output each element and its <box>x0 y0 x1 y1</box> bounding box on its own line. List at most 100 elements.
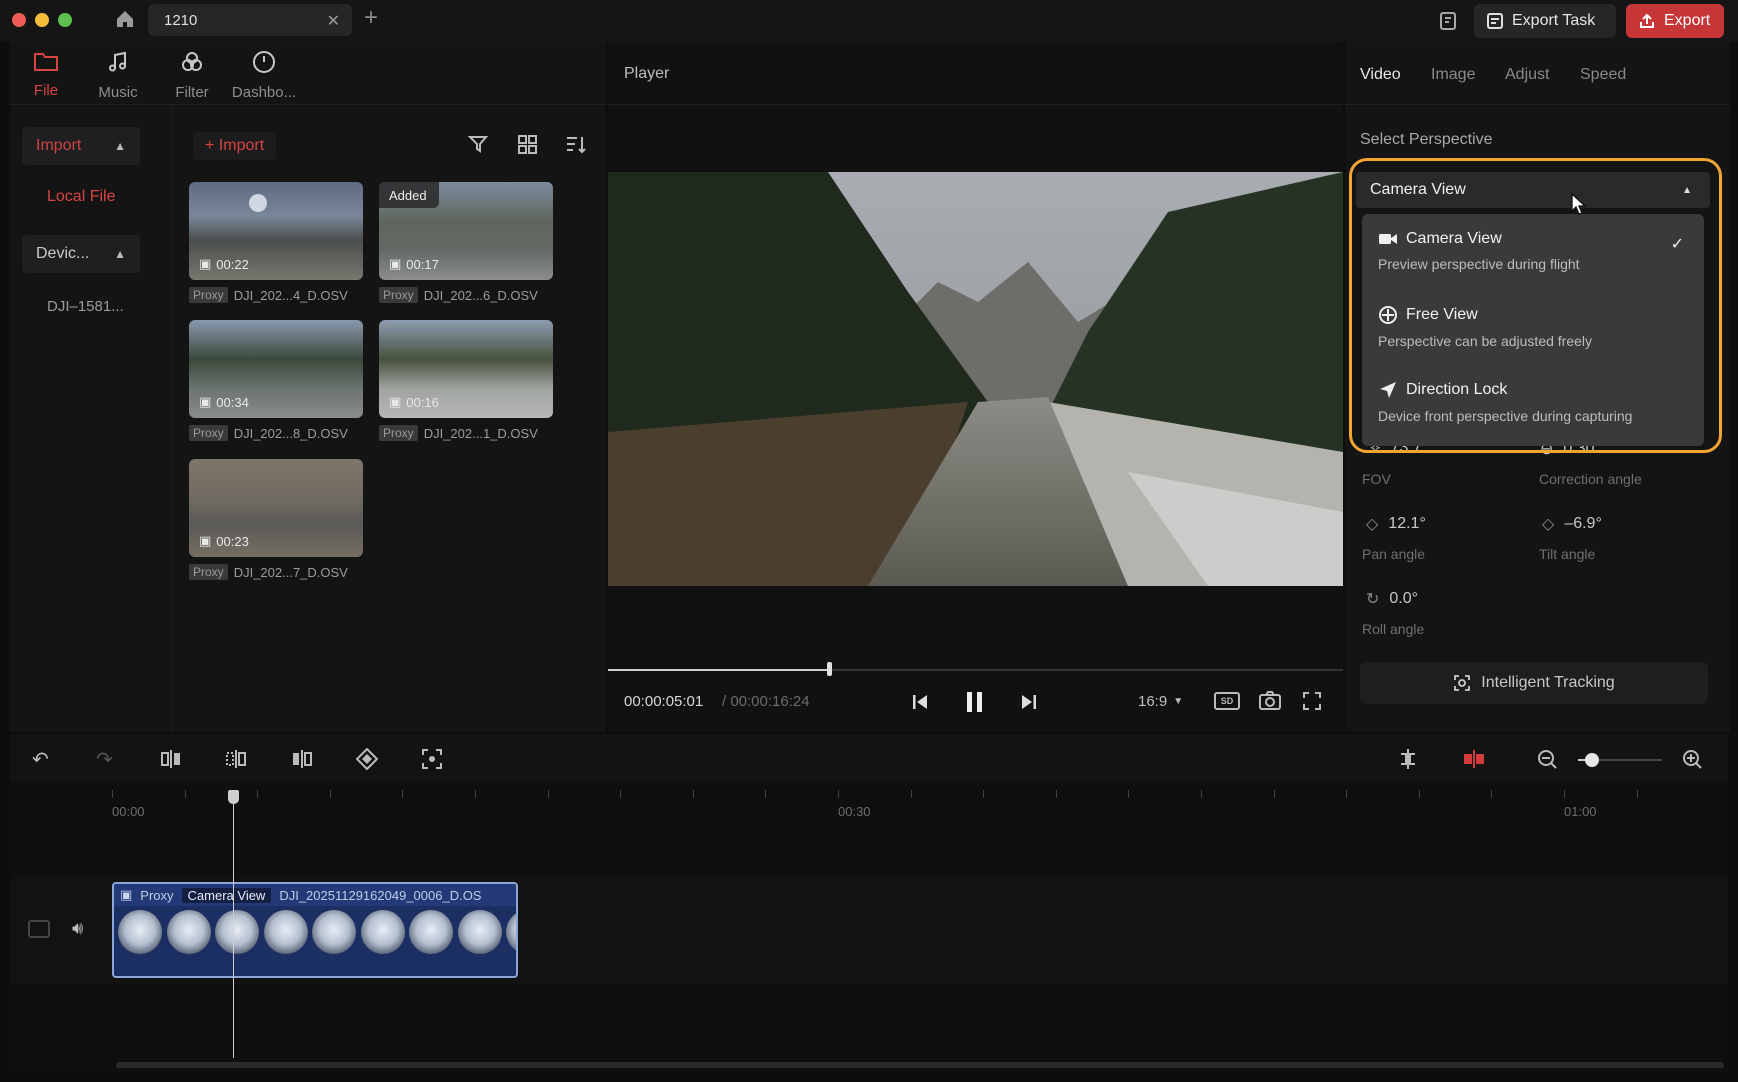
split-left-icon[interactable] <box>160 749 182 775</box>
media-thumbnail[interactable]: ▣ 00:23 <box>189 459 363 557</box>
tab-filter-label: Filter <box>175 84 209 101</box>
roll-label: Roll angle <box>1362 621 1425 637</box>
zoom-in-icon[interactable] <box>1682 749 1702 775</box>
timeline-scrollbar[interactable] <box>116 1062 1724 1068</box>
new-tab-icon[interactable]: + <box>364 4 378 32</box>
clip-frame <box>409 910 453 954</box>
clip-frame <box>263 910 308 954</box>
ruler-tick <box>475 790 476 798</box>
playback-scrubber[interactable] <box>826 662 832 676</box>
pan-value[interactable]: ◇ 12.1° <box>1366 514 1426 534</box>
zoom-slider-knob[interactable] <box>1585 753 1599 767</box>
ruler-tick <box>1636 790 1638 798</box>
keyframe-icon[interactable] <box>355 747 379 776</box>
tilt-label: Tilt angle <box>1539 546 1596 562</box>
media-duration: 00:34 <box>216 394 249 410</box>
clip-frame <box>360 910 405 954</box>
media-thumbnail[interactable]: ▣ 00:34 <box>189 320 363 418</box>
mouse-cursor-icon <box>1570 192 1588 221</box>
split-icon[interactable] <box>225 749 247 775</box>
snap-magnet-icon[interactable] <box>1397 748 1419 776</box>
ruler-tick <box>329 790 331 798</box>
intelligent-tracking-button[interactable]: Intelligent Tracking <box>1360 662 1708 704</box>
tab-music-label: Music <box>98 84 138 101</box>
clip-proxy-label: Proxy <box>140 887 174 903</box>
ruler-tick <box>620 790 622 798</box>
ruler-label: 01:00 <box>1564 804 1597 819</box>
proxy-badge: Proxy <box>379 425 418 441</box>
undo-icon[interactable]: ↶ <box>32 747 49 772</box>
media-thumbnail[interactable]: Added ▣ 00:17 <box>379 182 553 280</box>
redo-icon[interactable]: ↷ <box>96 747 113 772</box>
media-thumbnail[interactable]: ▣ 00:22 <box>189 182 363 280</box>
tab-image[interactable]: Image <box>1431 66 1475 84</box>
tilt-value[interactable]: ◇ –6.9° <box>1542 514 1602 534</box>
roll-value[interactable]: ↻ 0.0° <box>1366 589 1418 609</box>
close-tab-icon[interactable]: ✕ <box>327 11 340 31</box>
snapshot-camera-icon[interactable] <box>1258 690 1282 717</box>
proxy-badge: Proxy <box>189 425 228 441</box>
playhead-handle[interactable] <box>228 790 239 804</box>
skip-next-icon[interactable] <box>1019 692 1039 717</box>
tab-video[interactable]: Video <box>1360 66 1401 84</box>
clip-view-label: Camera View <box>181 887 272 903</box>
project-tab-title: 1210 <box>164 12 198 29</box>
sort-icon[interactable] <box>565 134 587 161</box>
media-duration: 00:23 <box>216 533 249 549</box>
grid-view-icon[interactable] <box>517 134 539 161</box>
media-name: DJI_202...8_D.OSV <box>233 425 348 441</box>
aspect-ratio-select[interactable]: 16:9 ▼ <box>1138 693 1183 710</box>
tab-filter[interactable]: Filter <box>152 50 232 101</box>
filter-icon[interactable] <box>467 134 490 161</box>
timeline-clip[interactable]: ▣ Proxy Camera View DJI_20251129162049_0… <box>112 882 518 978</box>
chevron-down-icon: ▼ <box>1173 696 1184 707</box>
split-right-icon[interactable] <box>291 749 313 775</box>
track-visibility-icon[interactable] <box>28 920 50 938</box>
pan-icon: ◇ <box>1366 516 1379 533</box>
import-section-toggle[interactable]: Import ▲ <box>22 127 140 165</box>
playhead-line[interactable] <box>233 795 234 1058</box>
media-thumbnail[interactable]: ▣ 00:16 <box>379 320 553 418</box>
upload-icon <box>1640 13 1654 28</box>
divider <box>608 104 1343 105</box>
tab-speed[interactable]: Speed <box>1580 66 1626 84</box>
device-section-toggle[interactable]: Devic... ▲ <box>22 235 140 273</box>
import-button[interactable]: + Import <box>193 132 277 160</box>
pause-icon[interactable] <box>964 690 986 719</box>
playback-progress-track[interactable] <box>608 669 1343 671</box>
tab-file-label: File <box>33 82 59 99</box>
tab-music[interactable]: Music <box>78 50 158 101</box>
project-tab[interactable]: 1210 ✕ <box>148 4 352 36</box>
total-time: / 00:00:16:24 <box>722 693 810 710</box>
ruler-tick <box>910 790 912 798</box>
skip-previous-icon[interactable] <box>910 692 930 717</box>
video-preview[interactable] <box>608 172 1343 586</box>
fullscreen-icon[interactable] <box>1302 691 1322 716</box>
aspect-ratio-value: 16:9 <box>1138 693 1168 710</box>
zoom-out-icon[interactable] <box>1537 749 1557 775</box>
export-task-button[interactable]: Export Task <box>1474 4 1616 38</box>
close-window-button[interactable] <box>12 13 26 27</box>
added-badge: Added <box>379 182 439 208</box>
volume-icon[interactable]: 🔊︎ <box>72 918 83 939</box>
home-icon[interactable] <box>114 8 136 35</box>
media-duration: 00:22 <box>216 256 249 272</box>
media-caption: Proxy DJI_202...4_D.OSV <box>189 287 348 303</box>
local-file-item[interactable]: Local File <box>47 188 115 206</box>
divider <box>10 104 606 105</box>
tab-adjust[interactable]: Adjust <box>1505 66 1549 84</box>
player-title: Player <box>624 65 670 82</box>
clip-filmstrip <box>114 906 516 958</box>
device-item[interactable]: DJI–1581... <box>47 298 124 315</box>
quality-toggle[interactable]: SD <box>1214 692 1240 710</box>
link-clips-icon[interactable] <box>1462 748 1486 776</box>
chevron-up-icon: ▲ <box>114 247 126 261</box>
video-camera-icon: ▣ <box>389 256 402 271</box>
export-button[interactable]: Export <box>1626 4 1724 38</box>
notes-icon[interactable] <box>1438 10 1460 37</box>
minimize-window-button[interactable] <box>35 13 49 27</box>
tab-file[interactable]: File <box>6 50 86 99</box>
auto-frame-icon[interactable] <box>421 748 443 776</box>
maximize-window-button[interactable] <box>58 13 72 27</box>
tab-dashboard[interactable]: Dashbo... <box>224 50 304 101</box>
